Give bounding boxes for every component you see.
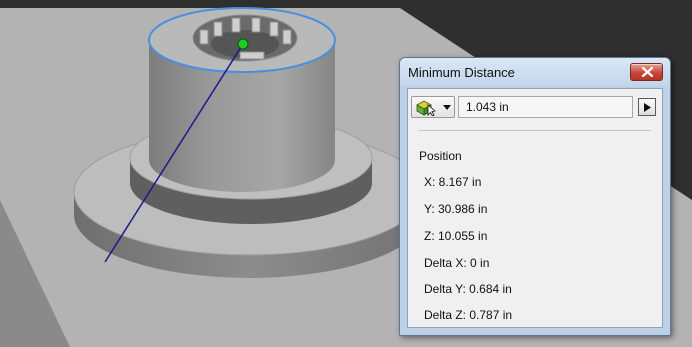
dialog-body: 1.043 in Position X: 8.167 in Y: 30.986 … (407, 88, 663, 328)
close-x-icon (642, 67, 653, 77)
chevron-down-icon (443, 105, 451, 110)
measure-cursor-icon (416, 100, 436, 116)
position-z: Z: 10.055 in (424, 229, 488, 243)
expand-button[interactable] (638, 98, 656, 116)
delta-x: Delta X: 0 in (424, 256, 490, 270)
distance-value: 1.043 in (466, 100, 509, 114)
dialog-title: Minimum Distance (408, 65, 515, 80)
separator (419, 130, 651, 131)
title-bar[interactable]: Minimum Distance (400, 58, 670, 86)
measure-dialog: Minimum Distance 1.043 in Position X: 8.… (399, 57, 671, 336)
distance-value-field[interactable]: 1.043 in (458, 96, 633, 118)
position-y: Y: 30.986 in (424, 202, 488, 216)
triangle-right-icon (644, 103, 651, 112)
position-x: X: 8.167 in (424, 175, 482, 189)
delta-y: Delta Y: 0.684 in (424, 282, 512, 296)
close-button[interactable] (630, 63, 663, 81)
measure-type-dropdown[interactable] (411, 96, 455, 118)
delta-z: Delta Z: 0.787 in (424, 308, 513, 322)
point-marker[interactable] (237, 38, 249, 50)
position-heading: Position (419, 149, 462, 163)
value-row: 1.043 in (411, 96, 659, 118)
